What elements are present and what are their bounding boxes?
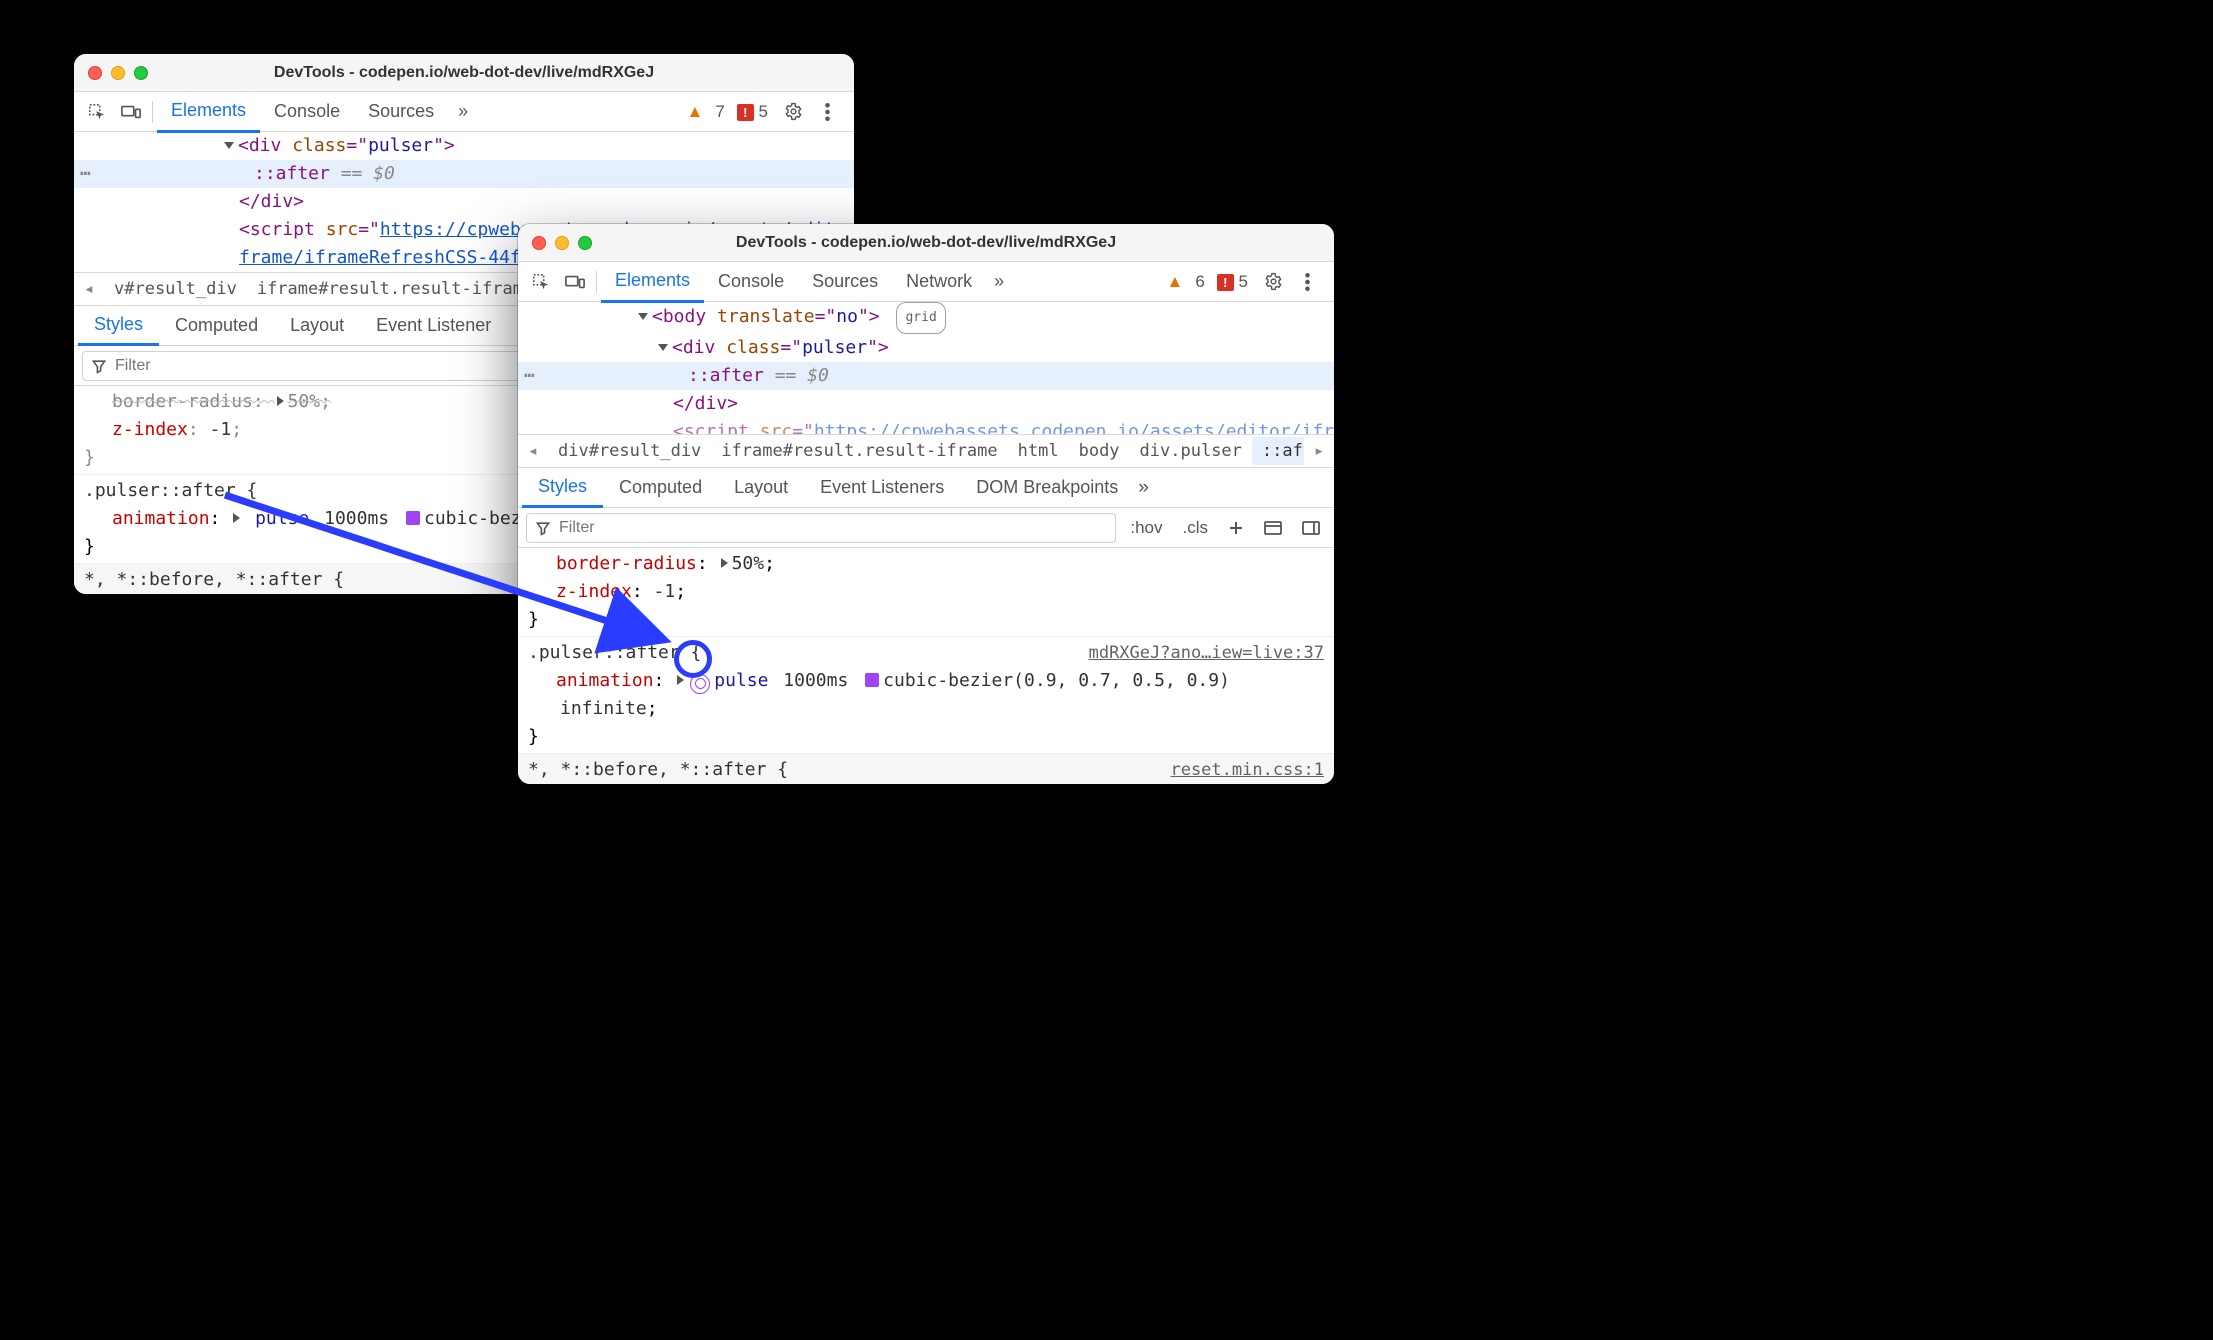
dom-tree[interactable]: <body translate="no"> grid <div class="p… bbox=[518, 302, 1334, 434]
crumb-item[interactable]: html bbox=[1008, 437, 1069, 465]
subtab-computed[interactable]: Computed bbox=[159, 306, 274, 346]
subtab-more-icon[interactable]: » bbox=[1138, 477, 1149, 499]
animation-swatch-icon[interactable] bbox=[690, 674, 710, 694]
expand-icon[interactable] bbox=[677, 675, 684, 685]
error-icon: ! bbox=[737, 104, 754, 121]
subtab-styles[interactable]: Styles bbox=[522, 468, 603, 508]
settings-icon[interactable] bbox=[776, 92, 810, 132]
crumb-prev-icon[interactable]: ◂ bbox=[74, 279, 104, 299]
device-icon[interactable] bbox=[558, 262, 592, 302]
panel-tabs: Elements Console Sources » bbox=[157, 92, 478, 132]
panel-tabs: Elements Console Sources Network » bbox=[601, 262, 1012, 302]
tab-console[interactable]: Console bbox=[260, 92, 354, 132]
tab-elements[interactable]: Elements bbox=[601, 262, 704, 303]
tab-console[interactable]: Console bbox=[704, 262, 798, 302]
style-rule-universal[interactable]: reset.min.css:1 *, *::before, *::after {… bbox=[518, 754, 1334, 784]
filter-input[interactable] bbox=[559, 519, 1107, 537]
subtab-layout[interactable]: Layout bbox=[718, 468, 804, 508]
dom-node-after-pseudo[interactable]: ⋯ ::after == $0 bbox=[74, 160, 854, 188]
styles-pane[interactable]: border-radius: 50%; z-index: -1; } mdRXG… bbox=[518, 548, 1334, 784]
filter-icon bbox=[535, 520, 551, 536]
error-count: 5 bbox=[759, 102, 768, 121]
computed-toggle-icon[interactable] bbox=[1258, 518, 1288, 538]
dom-node-body[interactable]: <body translate="no"> grid bbox=[518, 302, 1334, 334]
titlebar[interactable]: DevTools - codepen.io/web-dot-dev/live/m… bbox=[518, 224, 1334, 262]
issue-badges[interactable]: ▲ 6 ! 5 bbox=[1167, 272, 1249, 292]
filter-input-box[interactable] bbox=[526, 513, 1116, 543]
chevron-down-icon[interactable] bbox=[638, 313, 648, 320]
tab-network[interactable]: Network bbox=[892, 262, 986, 302]
crumb-next-icon[interactable]: ▸ bbox=[1304, 441, 1334, 461]
chevron-down-icon[interactable] bbox=[658, 344, 668, 351]
dom-node-div-close[interactable]: </div> bbox=[518, 390, 1334, 418]
tab-more[interactable]: » bbox=[986, 262, 1012, 302]
crumb-item[interactable]: body bbox=[1069, 437, 1130, 465]
subtab-styles[interactable]: Styles bbox=[78, 306, 159, 346]
inspect-icon[interactable] bbox=[524, 262, 558, 302]
error-count: 5 bbox=[1239, 272, 1248, 291]
style-rule-pulser-after[interactable]: mdRXGeJ?ano…iew=live:37 .pulser::after {… bbox=[518, 637, 1334, 754]
warning-icon: ▲ bbox=[687, 102, 704, 122]
tab-more[interactable]: » bbox=[448, 92, 478, 132]
subtab-computed[interactable]: Computed bbox=[603, 468, 718, 508]
sidebar-toggle-icon[interactable] bbox=[1296, 518, 1326, 538]
breadcrumb[interactable]: ◂ div#result_div iframe#result.result-if… bbox=[518, 434, 1334, 468]
titlebar[interactable]: DevTools - codepen.io/web-dot-dev/live/m… bbox=[74, 54, 854, 92]
tab-sources[interactable]: Sources bbox=[798, 262, 892, 302]
dom-node-div-close[interactable]: </div> bbox=[74, 188, 854, 216]
crumb-item[interactable]: div#result_div bbox=[548, 437, 711, 465]
styles-subtabs: Styles Computed Layout Event Listeners D… bbox=[518, 468, 1334, 508]
issue-badges[interactable]: ▲ 7 ! 5 bbox=[687, 102, 769, 122]
styles-filter-row: :hov .cls bbox=[518, 508, 1334, 548]
new-rule-icon[interactable] bbox=[1222, 518, 1250, 538]
kebab-icon[interactable] bbox=[810, 92, 844, 132]
cls-toggle[interactable]: .cls bbox=[1177, 516, 1215, 540]
expand-icon[interactable] bbox=[721, 558, 728, 568]
crumb-item[interactable]: iframe#result.result-iframe bbox=[711, 437, 1007, 465]
window-title: DevTools - codepen.io/web-dot-dev/live/m… bbox=[518, 234, 1334, 252]
window-title: DevTools - codepen.io/web-dot-dev/live/m… bbox=[74, 64, 854, 82]
dom-node-div-pulser[interactable]: <div class="pulser"> bbox=[74, 132, 854, 160]
kebab-icon[interactable] bbox=[1290, 262, 1324, 302]
tab-elements[interactable]: Elements bbox=[157, 92, 260, 133]
bezier-swatch-icon[interactable] bbox=[865, 673, 879, 687]
subtab-dom-breakpoints[interactable]: DOM Breakpoints bbox=[960, 468, 1134, 508]
hov-toggle[interactable]: :hov bbox=[1124, 516, 1168, 540]
tab-sources[interactable]: Sources bbox=[354, 92, 448, 132]
main-toolbar: Elements Console Sources Network » ▲ 6 ! … bbox=[518, 262, 1334, 302]
style-source-link[interactable]: mdRXGeJ?ano…iew=live:37 bbox=[1089, 639, 1324, 667]
grid-badge[interactable]: grid bbox=[896, 302, 945, 334]
warning-count: 7 bbox=[715, 102, 724, 122]
dom-node-after-pseudo[interactable]: ⋯ ::after == $0 bbox=[518, 362, 1334, 390]
bezier-swatch-icon[interactable] bbox=[406, 511, 420, 525]
device-icon[interactable] bbox=[114, 92, 148, 132]
ellipsis-icon[interactable]: ⋯ bbox=[524, 362, 537, 390]
crumb-item-active[interactable]: ::after bbox=[1252, 437, 1304, 465]
subtab-layout[interactable]: Layout bbox=[274, 306, 360, 346]
warning-count: 6 bbox=[1195, 272, 1204, 292]
dom-node-script-cut[interactable]: <script src="https://cpwebassets.codepen… bbox=[518, 418, 1334, 434]
main-toolbar: Elements Console Sources » ▲ 7 ! 5 bbox=[74, 92, 854, 132]
error-icon: ! bbox=[1217, 274, 1234, 291]
subtab-listeners[interactable]: Event Listener bbox=[360, 306, 507, 346]
inspect-icon[interactable] bbox=[80, 92, 114, 132]
expand-icon[interactable] bbox=[233, 513, 240, 523]
chevron-down-icon[interactable] bbox=[224, 142, 234, 149]
dom-node-div-pulser[interactable]: <div class="pulser"> bbox=[518, 334, 1334, 362]
style-rule[interactable]: border-radius: 50%; z-index: -1; } bbox=[518, 548, 1334, 637]
style-source-link[interactable]: reset.min.css:1 bbox=[1170, 756, 1324, 784]
warning-icon: ▲ bbox=[1167, 272, 1184, 292]
crumb-item[interactable]: iframe#result.result-iframe bbox=[247, 275, 543, 303]
crumb-prev-icon[interactable]: ◂ bbox=[518, 441, 548, 461]
settings-icon[interactable] bbox=[1256, 262, 1290, 302]
subtab-listeners[interactable]: Event Listeners bbox=[804, 468, 960, 508]
ellipsis-icon[interactable]: ⋯ bbox=[80, 160, 93, 188]
crumb-item[interactable]: v#result_div bbox=[104, 275, 247, 303]
crumb-item[interactable]: div.pulser bbox=[1130, 437, 1252, 465]
devtools-window-front: DevTools - codepen.io/web-dot-dev/live/m… bbox=[518, 224, 1334, 784]
filter-icon bbox=[91, 358, 107, 374]
